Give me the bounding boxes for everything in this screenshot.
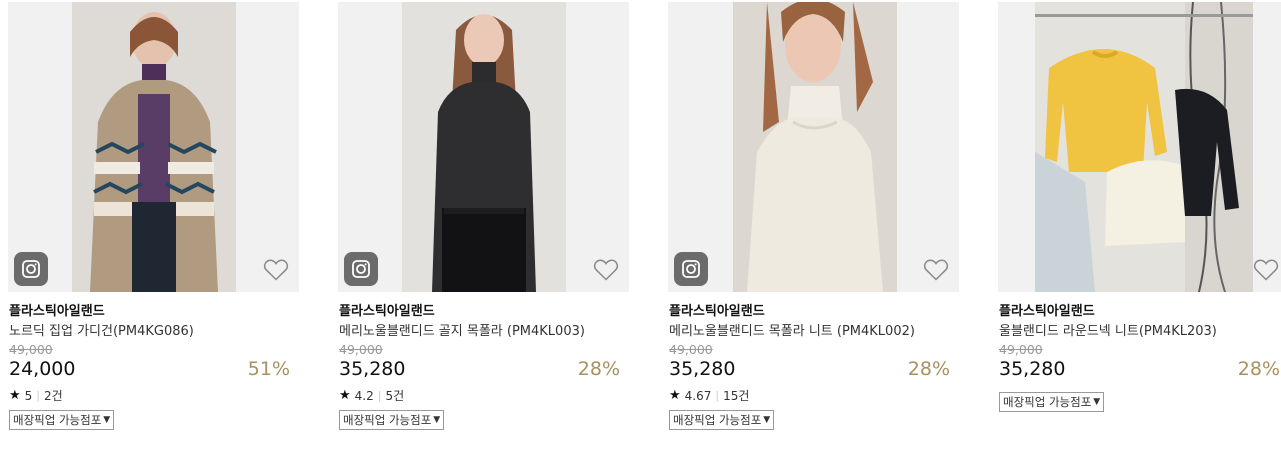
sale-price: 35,280: [999, 358, 1066, 380]
product-card[interactable]: 플라스틱아일랜드 메리노울블랜디드 목폴라 니트 (PM4KL002) 49,0…: [660, 0, 959, 457]
product-card[interactable]: 플라스틱아일랜드 메리노울블랜디드 골지 목폴라 (PM4KL003) 49,0…: [330, 0, 629, 457]
sale-price: 35,280: [339, 358, 406, 380]
store-pickup-label: 매장픽업 가능점포: [673, 413, 762, 427]
product-card[interactable]: 플라스틱아일랜드 울블랜디드 라운드넥 니트(PM4KL203) 49,000 …: [990, 0, 1281, 457]
discount-rate: 28%: [1237, 358, 1280, 380]
store-pickup-dropdown[interactable]: 매장픽업 가능점포 ▼: [999, 392, 1105, 412]
wishlist-button[interactable]: [1253, 258, 1279, 282]
original-price: 49,000: [669, 342, 713, 357]
story-button[interactable]: [14, 252, 48, 286]
product-thumbnail[interactable]: [8, 2, 299, 292]
product-image[interactable]: [402, 2, 566, 292]
rating-value: 4.2: [354, 388, 374, 403]
original-price: 49,000: [999, 342, 1043, 357]
sale-price: 24,000: [9, 358, 76, 380]
caret-down-icon: ▼: [763, 415, 771, 425]
rating-summary: ★ 5 | 2건: [9, 387, 63, 404]
brand-name[interactable]: 플라스틱아일랜드: [9, 300, 105, 319]
store-pickup-label: 매장픽업 가능점포: [13, 413, 102, 427]
camera-icon: [22, 260, 40, 278]
camera-icon: [682, 260, 700, 278]
product-name[interactable]: 노르딕 집업 가디건(PM4KG086): [9, 320, 194, 339]
brand-name[interactable]: 플라스틱아일랜드: [999, 300, 1095, 319]
heart-outline-icon: [923, 259, 949, 281]
sale-price: 35,280: [669, 358, 736, 380]
store-pickup-label: 매장픽업 가능점포: [1003, 395, 1092, 409]
star-icon: ★: [339, 388, 351, 403]
heart-outline-icon: [1253, 259, 1279, 281]
product-thumbnail[interactable]: [668, 2, 959, 292]
rating-summary: ★ 4.67 | 15건: [669, 387, 749, 404]
product-image[interactable]: [72, 2, 236, 292]
product-name[interactable]: 메리노울블랜디드 골지 목폴라 (PM4KL003): [339, 320, 585, 339]
discount-rate: 51%: [247, 358, 290, 380]
divider: |: [715, 389, 720, 402]
original-price: 49,000: [9, 342, 53, 357]
product-image[interactable]: [1035, 2, 1253, 292]
wishlist-button[interactable]: [923, 258, 949, 282]
divider: |: [377, 389, 382, 402]
product-image[interactable]: [733, 2, 897, 292]
caret-down-icon: ▼: [103, 415, 111, 425]
divider: |: [36, 389, 41, 402]
product-name[interactable]: 울블랜디드 라운드넥 니트(PM4KL203): [999, 320, 1217, 339]
rating-value: 5: [24, 388, 33, 403]
story-button[interactable]: [674, 252, 708, 286]
wishlist-button[interactable]: [263, 258, 289, 282]
store-pickup-dropdown[interactable]: 매장픽업 가능점포 ▼: [339, 410, 445, 430]
original-price: 49,000: [339, 342, 383, 357]
brand-name[interactable]: 플라스틱아일랜드: [669, 300, 765, 319]
product-grid: 플라스틱아일랜드 노르딕 집업 가디건(PM4KG086) 49,000 24,…: [0, 0, 1281, 457]
wishlist-button[interactable]: [593, 258, 619, 282]
caret-down-icon: ▼: [1093, 397, 1101, 407]
rating-summary: ★ 4.2 | 5건: [339, 387, 404, 404]
store-pickup-label: 매장픽업 가능점포: [343, 413, 432, 427]
review-count[interactable]: 5건: [385, 387, 404, 404]
product-thumbnail[interactable]: [998, 2, 1281, 292]
review-count[interactable]: 2건: [44, 387, 63, 404]
store-pickup-dropdown[interactable]: 매장픽업 가능점포 ▼: [9, 410, 115, 430]
caret-down-icon: ▼: [433, 415, 441, 425]
star-icon: ★: [669, 388, 681, 403]
review-count[interactable]: 15건: [723, 387, 749, 404]
heart-outline-icon: [593, 259, 619, 281]
heart-outline-icon: [263, 259, 289, 281]
story-button[interactable]: [344, 252, 378, 286]
product-card[interactable]: 플라스틱아일랜드 노르딕 집업 가디건(PM4KG086) 49,000 24,…: [0, 0, 299, 457]
store-pickup-dropdown[interactable]: 매장픽업 가능점포 ▼: [669, 410, 775, 430]
product-name[interactable]: 메리노울블랜디드 목폴라 니트 (PM4KL002): [669, 320, 915, 339]
discount-rate: 28%: [577, 358, 620, 380]
rating-value: 4.67: [684, 388, 712, 403]
discount-rate: 28%: [907, 358, 950, 380]
brand-name[interactable]: 플라스틱아일랜드: [339, 300, 435, 319]
star-icon: ★: [9, 388, 21, 403]
camera-icon: [352, 260, 370, 278]
product-thumbnail[interactable]: [338, 2, 629, 292]
